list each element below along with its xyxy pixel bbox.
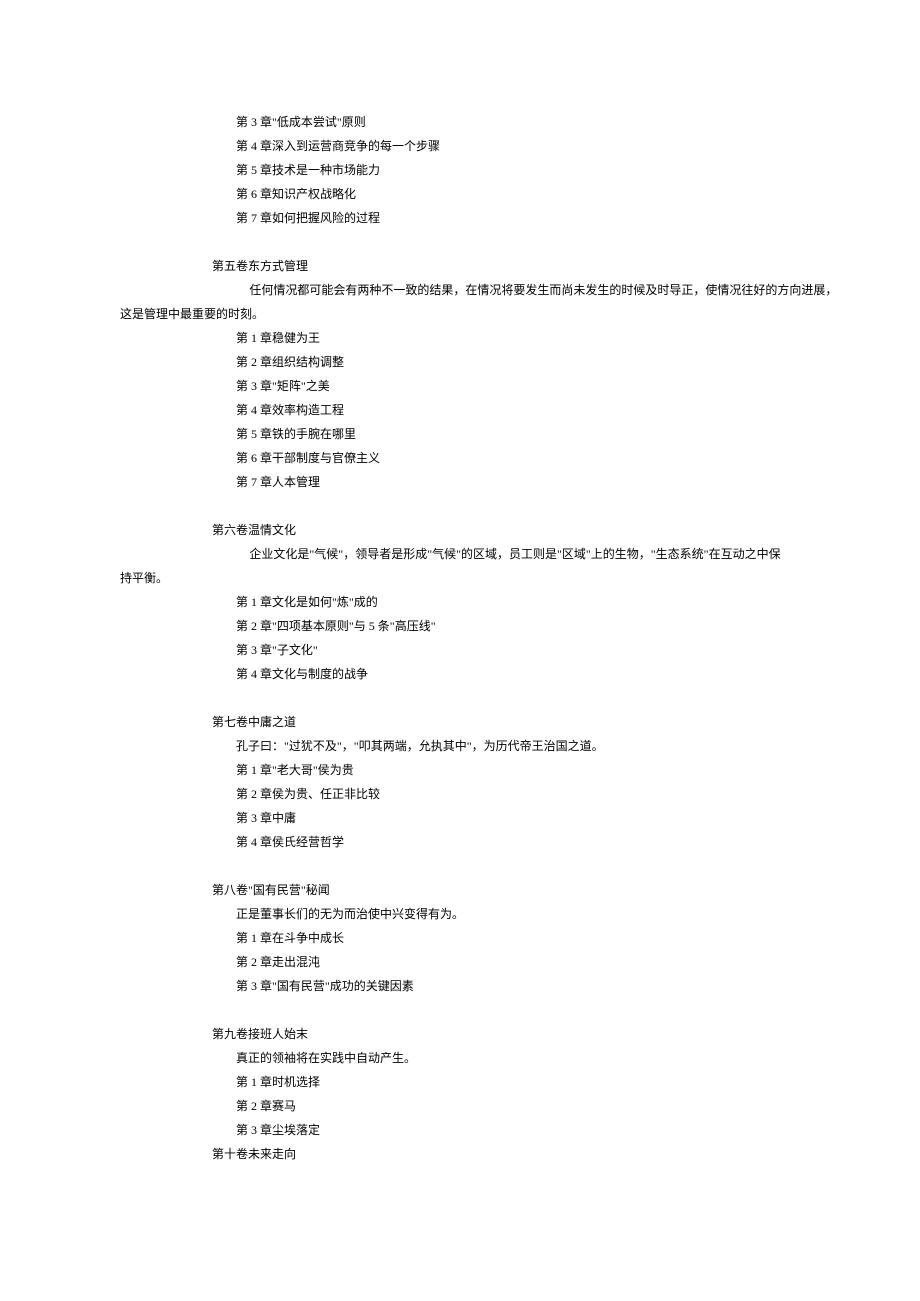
- chapter-item: 第 2 章"四项基本原则"与 5 条"高压线": [120, 614, 860, 638]
- section-desc-inline: 正是董事长们的无为而治使中兴变得有为。: [120, 902, 860, 926]
- chapter-item: 第 3 章"子文化": [120, 638, 860, 662]
- document-content: 第 3 章"低成本尝试"原则 第 4 章深入到运营商竞争的每一个步骤 第 5 章…: [0, 110, 920, 302]
- section-title-vol6: 第六卷温情文化: [120, 518, 860, 542]
- chapter-item: 第 2 章赛马: [120, 1094, 860, 1118]
- chapter-item: 第 6 章知识产权战略化: [120, 182, 860, 206]
- chapter-item: 第 2 章侯为贵、任正非比较: [120, 782, 860, 806]
- chapter-item: 第 3 章"低成本尝试"原则: [120, 110, 860, 134]
- section-desc-inline: 孔子曰："过犹不及"，"叩其两端，允执其中"，为历代帝王治国之道。: [120, 734, 860, 758]
- chapter-item: 第 5 章技术是一种市场能力: [120, 158, 860, 182]
- chapter-item: 第 6 章干部制度与官僚主义: [120, 446, 860, 470]
- chapter-item: 第 3 章中庸: [120, 806, 860, 830]
- chapter-item: 第 4 章文化与制度的战争: [120, 662, 860, 686]
- chapter-item: 第 1 章稳健为王: [120, 326, 860, 350]
- chapter-item: 第 1 章文化是如何"炼"成的: [120, 590, 860, 614]
- chapter-item: 第 4 章侯氏经营哲学: [120, 830, 860, 854]
- section-title-vol5: 第五卷东方式管理: [120, 254, 860, 278]
- chapter-item: 第 5 章铁的手腕在哪里: [120, 422, 860, 446]
- section-title-vol10: 第十卷未来走向: [120, 1142, 860, 1166]
- section-title-vol7: 第七卷中庸之道: [120, 710, 860, 734]
- chapter-item: 第 1 章在斗争中成长: [120, 926, 860, 950]
- chapter-item: 第 2 章组织结构调整: [120, 350, 860, 374]
- section-desc-cont: 持平衡。: [0, 566, 920, 590]
- section-desc-cont: 这是管理中最重要的时刻。: [0, 302, 920, 326]
- chapter-item: 第 3 章尘埃落定: [120, 1118, 860, 1142]
- chapter-item: 第 7 章如何把握风险的过程: [120, 206, 860, 230]
- section-desc: 任何情况都可能会有两种不一致的结果，在情况将要发生而尚未发生的时候及时导正，使情…: [120, 278, 860, 302]
- chapter-item: 第 7 章人本管理: [120, 470, 860, 494]
- chapter-item: 第 3 章"矩阵"之美: [120, 374, 860, 398]
- chapter-item: 第 1 章"老大哥"侯为贵: [120, 758, 860, 782]
- section-desc-inline: 真正的领袖将在实践中自动产生。: [120, 1046, 860, 1070]
- chapter-item: 第 4 章深入到运营商竞争的每一个步骤: [120, 134, 860, 158]
- section-title-vol9: 第九卷接班人始末: [120, 1022, 860, 1046]
- chapter-item: 第 3 章"国有民营"成功的关键因素: [120, 974, 860, 998]
- chapter-item: 第 2 章走出混沌: [120, 950, 860, 974]
- section-desc: 企业文化是"气候"，领导者是形成"气候"的区域，员工则是"区域"上的生物，"生态…: [120, 542, 860, 566]
- chapter-item: 第 4 章效率构造工程: [120, 398, 860, 422]
- chapter-item: 第 1 章时机选择: [120, 1070, 860, 1094]
- section-title-vol8: 第八卷"国有民营"秘闻: [120, 878, 860, 902]
